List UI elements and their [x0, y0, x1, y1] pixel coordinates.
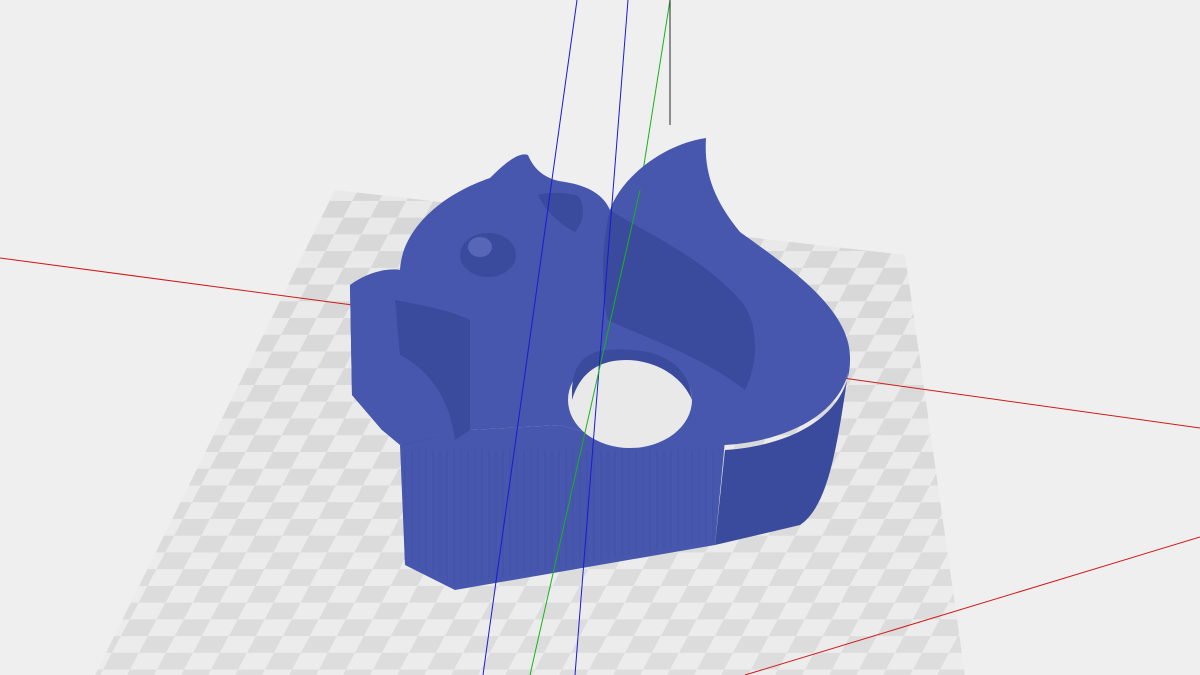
3d-viewport[interactable] [0, 0, 1200, 675]
scene-canvas[interactable] [0, 0, 1200, 675]
model-eye-inner [468, 237, 492, 257]
